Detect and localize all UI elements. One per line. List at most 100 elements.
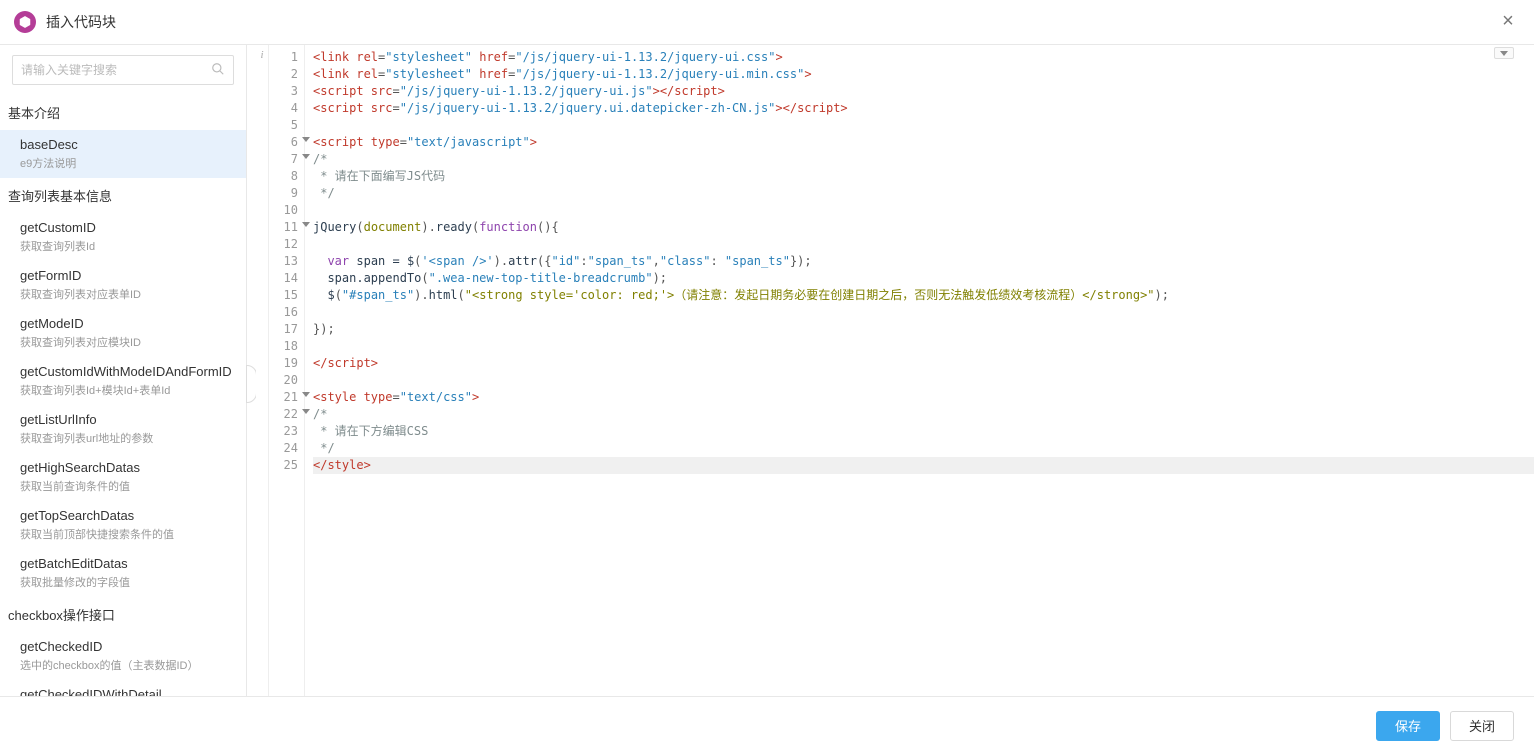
sidebar-item[interactable]: getCheckedID 选中的checkbox的值（主表数据ID） xyxy=(0,632,246,680)
item-title: getCheckedIDWithDetail xyxy=(20,687,238,696)
item-desc: 获取查询列表对应表单ID xyxy=(20,286,238,302)
code-line[interactable]: <style type="text/css"> xyxy=(313,389,1534,406)
sidebar: 基本介绍baseDesce9方法说明查询列表基本信息getCustomID获取查… xyxy=(0,45,247,696)
item-title: getModeID xyxy=(20,316,238,331)
item-desc: 获取当前查询条件的值 xyxy=(20,478,238,494)
code-line[interactable]: /* xyxy=(313,151,1534,168)
search-box[interactable] xyxy=(12,55,234,85)
info-gutter-icon: i xyxy=(256,45,269,696)
sidebar-item[interactable]: getHighSearchDatas 获取当前查询条件的值 xyxy=(0,453,246,501)
code-line[interactable]: jQuery(document).ready(function(){ xyxy=(313,219,1534,236)
code-line[interactable]: <script src="/js/jquery-ui-1.13.2/jquery… xyxy=(313,100,1534,117)
line-number: 12 xyxy=(269,236,298,253)
code-line[interactable]: <script type="text/javascript"> xyxy=(313,134,1534,151)
code-line[interactable] xyxy=(313,236,1534,253)
resize-handle[interactable] xyxy=(247,45,256,696)
item-title: getCustomIdWithModeIDAndFormID xyxy=(20,364,238,379)
search-icon xyxy=(211,62,225,79)
code-line[interactable]: /* xyxy=(313,406,1534,423)
dialog-title: 插入代码块 xyxy=(46,12,116,32)
item-title: baseDesc xyxy=(20,137,238,152)
item-desc: e9方法说明 xyxy=(20,155,238,171)
code-line[interactable]: */ xyxy=(313,440,1534,457)
main-area: 基本介绍baseDesce9方法说明查询列表基本信息getCustomID获取查… xyxy=(0,44,1534,696)
close-icon[interactable]: × xyxy=(1496,10,1520,33)
code-area[interactable]: <link rel="stylesheet" href="/js/jquery-… xyxy=(305,45,1534,696)
code-line[interactable] xyxy=(313,117,1534,134)
code-line[interactable]: <link rel="stylesheet" href="/js/jquery-… xyxy=(313,49,1534,66)
line-number: 1 xyxy=(269,49,298,66)
editor-dropdown-icon[interactable] xyxy=(1494,47,1514,59)
item-title: getCheckedID xyxy=(20,639,238,654)
sidebar-item[interactable]: getCustomIdWithModeIDAndFormID 获取查询列表Id+模… xyxy=(0,357,246,405)
line-number: 25 xyxy=(269,457,298,474)
item-desc: 获取查询列表url地址的参数 xyxy=(20,430,238,446)
sidebar-item[interactable]: getModeID 获取查询列表对应模块ID xyxy=(0,309,246,357)
fold-icon[interactable] xyxy=(302,137,310,142)
code-line[interactable] xyxy=(313,372,1534,389)
sidebar-item[interactable]: baseDesc e9方法说明 xyxy=(0,130,246,178)
code-line[interactable]: <link rel="stylesheet" href="/js/jquery-… xyxy=(313,66,1534,83)
code-line[interactable]: var span = $('<span />').attr({"id":"spa… xyxy=(313,253,1534,270)
dialog-footer: 保存 关闭 xyxy=(0,696,1534,754)
code-line[interactable] xyxy=(313,202,1534,219)
item-desc: 获取查询列表对应模块ID xyxy=(20,334,238,350)
line-number: 6 xyxy=(269,134,298,151)
item-desc: 获取当前顶部快捷搜索条件的值 xyxy=(20,526,238,542)
sidebar-item[interactable]: getBatchEditDatas获取批量修改的字段值 xyxy=(0,549,246,597)
close-button[interactable]: 关闭 xyxy=(1450,711,1514,741)
fold-icon[interactable] xyxy=(302,154,310,159)
app-logo-icon xyxy=(14,11,36,33)
code-line[interactable]: <script src="/js/jquery-ui-1.13.2/jquery… xyxy=(313,83,1534,100)
sidebar-item[interactable]: getFormID获取查询列表对应表单ID xyxy=(0,261,246,309)
line-number: 15 xyxy=(269,287,298,304)
item-title: getCustomID xyxy=(20,220,238,235)
code-line[interactable]: </style> xyxy=(313,457,1534,474)
sidebar-item[interactable]: getTopSearchDatas获取当前顶部快捷搜索条件的值 xyxy=(0,501,246,549)
line-number: 10 xyxy=(269,202,298,219)
fold-icon[interactable] xyxy=(302,409,310,414)
sidebar-item[interactable]: getListUrlInfo 获取查询列表url地址的参数 xyxy=(0,405,246,453)
code-line[interactable]: span.appendTo(".wea-new-top-title-breadc… xyxy=(313,270,1534,287)
dialog-header: 插入代码块 × xyxy=(0,0,1534,44)
sidebar-item[interactable]: getCustomID 获取查询列表Id xyxy=(0,213,246,261)
sidebar-item[interactable]: getCheckedIDWithDetail xyxy=(0,680,246,696)
item-desc: 选中的checkbox的值（主表数据ID） xyxy=(20,657,238,673)
line-number-gutter: 1234567891011121314151617181920212223242… xyxy=(269,45,305,696)
code-line[interactable] xyxy=(313,338,1534,355)
item-title: getHighSearchDatas xyxy=(20,460,238,475)
line-number: 7 xyxy=(269,151,298,168)
code-line[interactable]: */ xyxy=(313,185,1534,202)
code-editor[interactable]: i 12345678910111213141516171819202122232… xyxy=(256,45,1534,696)
line-number: 4 xyxy=(269,100,298,117)
line-number: 14 xyxy=(269,270,298,287)
item-title: getBatchEditDatas xyxy=(20,556,238,571)
item-desc: 获取查询列表Id+模块Id+表单Id xyxy=(20,382,238,398)
group-header: 查询列表基本信息 xyxy=(0,178,246,213)
line-number: 2 xyxy=(269,66,298,83)
line-number: 19 xyxy=(269,355,298,372)
code-line[interactable]: </script> xyxy=(313,355,1534,372)
code-line[interactable]: }); xyxy=(313,321,1534,338)
line-number: 21 xyxy=(269,389,298,406)
item-desc: 获取查询列表Id xyxy=(20,238,238,254)
line-number: 5 xyxy=(269,117,298,134)
line-number: 16 xyxy=(269,304,298,321)
fold-icon[interactable] xyxy=(302,392,310,397)
line-number: 18 xyxy=(269,338,298,355)
line-number: 22 xyxy=(269,406,298,423)
fold-icon[interactable] xyxy=(302,222,310,227)
code-line[interactable]: * 请在下面编写JS代码 xyxy=(313,168,1534,185)
save-button[interactable]: 保存 xyxy=(1376,711,1440,741)
code-line[interactable]: * 请在下方编辑CSS xyxy=(313,423,1534,440)
search-input[interactable] xyxy=(21,63,211,77)
line-number: 8 xyxy=(269,168,298,185)
line-number: 20 xyxy=(269,372,298,389)
item-title: getListUrlInfo xyxy=(20,412,238,427)
line-number: 17 xyxy=(269,321,298,338)
line-number: 24 xyxy=(269,440,298,457)
code-line[interactable] xyxy=(313,304,1534,321)
group-header: checkbox操作接口 xyxy=(0,597,246,632)
code-line[interactable]: $("#span_ts").html("<strong style='color… xyxy=(313,287,1534,304)
line-number: 23 xyxy=(269,423,298,440)
